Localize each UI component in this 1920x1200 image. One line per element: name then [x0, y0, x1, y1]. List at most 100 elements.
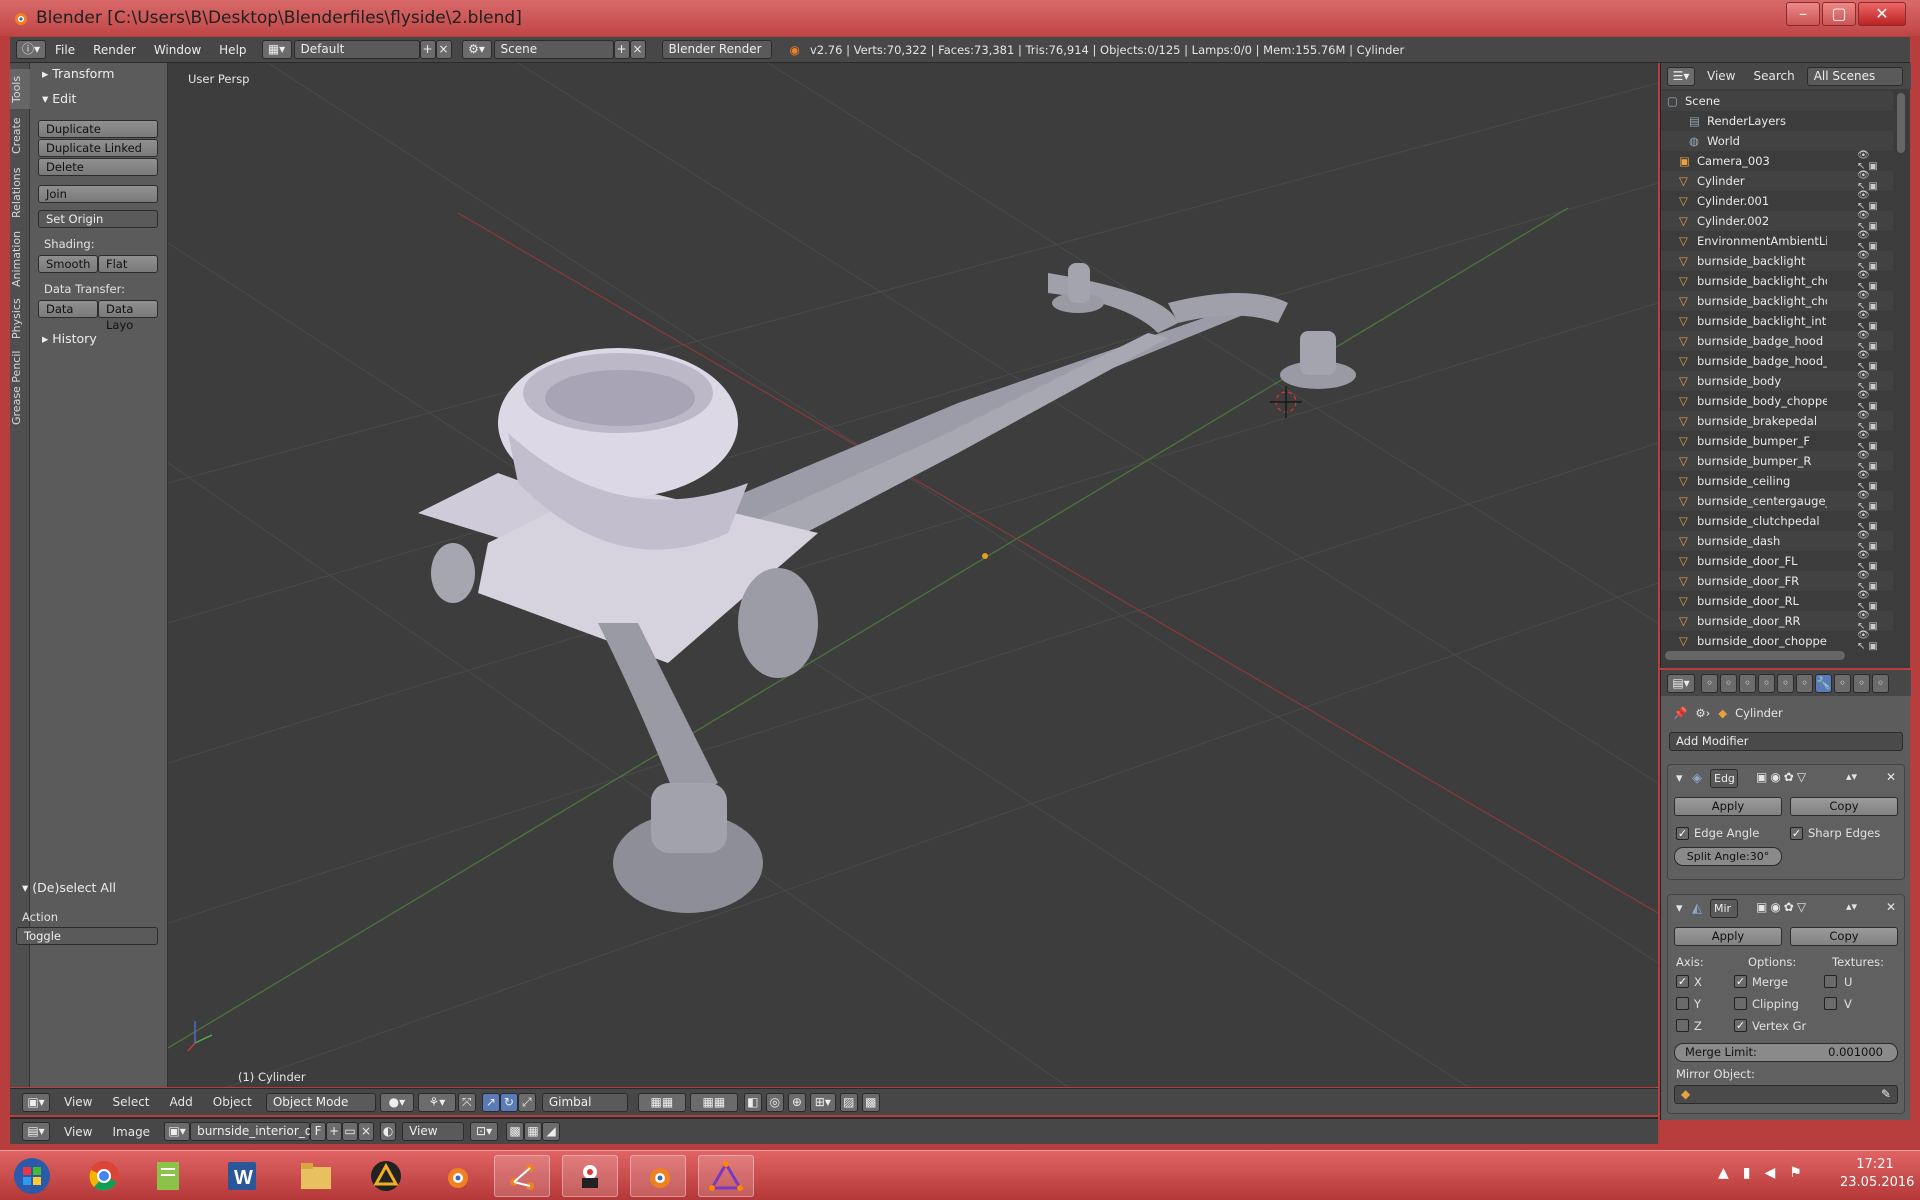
tab-tools[interactable]: Tools	[10, 69, 30, 109]
properties-tab-modifiers-icon[interactable]: 🔧	[1815, 673, 1832, 693]
open-image-icon[interactable]: ▭	[342, 1122, 359, 1141]
pin-icon[interactable]: 📌	[1673, 706, 1687, 720]
outliner-row[interactable]: ▽ Cylinder.001 👁↖▣	[1661, 190, 1893, 212]
properties-tab-scene-icon[interactable]: ◦	[1739, 673, 1756, 693]
image-menu-view[interactable]: View	[50, 1125, 102, 1139]
menu-add[interactable]: Add	[160, 1095, 203, 1109]
snap-element-icon[interactable]: ⊞▾	[809, 1092, 836, 1112]
3d-viewport[interactable]: User Persp (1) Cylinder	[168, 63, 1658, 1087]
visibility-icons[interactable]: 👁↖▣	[1857, 210, 1893, 232]
panel-transform[interactable]: ▸ Transform	[42, 66, 114, 81]
outliner-row[interactable]: ▽ burnside_body 👁↖▣	[1661, 370, 1893, 392]
render-icon[interactable]: ▨	[839, 1092, 858, 1112]
chrome-icon[interactable]	[76, 1155, 132, 1197]
menu-view[interactable]: View	[50, 1095, 102, 1109]
visibility-icons[interactable]: 👁↖▣	[1857, 250, 1893, 272]
outliner-row[interactable]: ▽ Cylinder 👁↖▣	[1661, 170, 1893, 192]
outliner-row[interactable]: ▽ burnside_ceiling 👁↖▣	[1661, 470, 1893, 492]
mod1-apply-button[interactable]: Apply	[1674, 797, 1782, 816]
minimize-button[interactable]: –	[1786, 2, 1820, 26]
outliner-row[interactable]: ▽ burnside_backlight_cho 👁↖▣	[1661, 290, 1893, 312]
editor-type-image-icon[interactable]: ▤▾	[22, 1122, 50, 1141]
mod1-copy-button[interactable]: Copy	[1790, 797, 1898, 816]
visibility-icons[interactable]: 👁↖▣	[1857, 350, 1893, 372]
eyedropper-icon[interactable]: ✎	[1881, 1086, 1891, 1103]
outliner-row[interactable]: ▢ Scene	[1661, 91, 1893, 111]
start-button-icon[interactable]	[4, 1155, 60, 1197]
visibility-icons[interactable]: 👁↖▣	[1857, 450, 1893, 472]
smooth-button[interactable]: Smooth	[38, 255, 98, 273]
editor-type-3d-icon[interactable]: ▣▾	[22, 1092, 50, 1112]
axis-x-checkbox[interactable]: ✓	[1676, 975, 1689, 988]
delete-button[interactable]: Delete	[38, 158, 158, 176]
collapse-mod2-icon[interactable]: ▾	[1676, 901, 1683, 916]
menu-help[interactable]: Help	[210, 43, 255, 57]
properties-tab-data-icon[interactable]: ◦	[1834, 673, 1851, 693]
orientation-select[interactable]: Gimbal	[541, 1092, 628, 1112]
visibility-icons[interactable]: 👁↖▣	[1857, 510, 1893, 532]
outliner-view-menu[interactable]: View	[1695, 69, 1745, 83]
sharp-edges-checkbox[interactable]: ✓	[1790, 827, 1803, 840]
visibility-icons[interactable]: 👁↖▣	[1857, 150, 1893, 172]
outliner-row[interactable]: ◍ World	[1661, 131, 1893, 151]
visibility-icons[interactable]: 👁↖▣	[1857, 190, 1893, 212]
character-app-icon[interactable]	[562, 1155, 618, 1197]
fake-user-toggle[interactable]: F	[310, 1122, 327, 1141]
collapse-mod1-icon[interactable]: ▾	[1676, 771, 1683, 786]
paint-icon[interactable]: ◢	[542, 1122, 561, 1141]
menu-render[interactable]: Render	[84, 43, 145, 57]
pivot-icon[interactable]: ⚘▾	[417, 1092, 456, 1112]
data-button[interactable]: Data	[38, 300, 98, 318]
data-layout-button[interactable]: Data Layo	[98, 300, 158, 332]
notepad-icon[interactable]	[140, 1155, 196, 1197]
translate-icon[interactable]: ↗	[481, 1092, 500, 1112]
outliner-row[interactable]: ▽ burnside_backlight_cho 👁↖▣	[1661, 270, 1893, 292]
outliner-row[interactable]: ▽ burnside_bumper_F 👁↖▣	[1661, 430, 1893, 452]
mode-select[interactable]: Object Mode	[265, 1092, 376, 1112]
merge-checkbox[interactable]: ✓	[1734, 975, 1747, 988]
outliner-filter-select[interactable]: All Scenes	[1806, 66, 1903, 86]
alpha-icon[interactable]: ▦	[524, 1122, 543, 1141]
editor-type-outliner-icon[interactable]: ☰▾	[1667, 66, 1695, 86]
visibility-icons[interactable]: 👁↖▣	[1857, 610, 1893, 632]
panel-edit[interactable]: ▾ Edit	[42, 91, 76, 106]
mod2-toggles-icon[interactable]: ▣◉✿▽	[1756, 900, 1809, 914]
add-layout-icon[interactable]: +	[419, 40, 436, 59]
flat-button[interactable]: Flat	[98, 255, 158, 273]
merge-limit-field[interactable]: Merge Limit: 0.001000	[1674, 1043, 1898, 1062]
outliner-row[interactable]: ▽ Cylinder.002 👁↖▣	[1661, 210, 1893, 232]
set-origin-select[interactable]: Set Origin	[38, 210, 158, 228]
outliner-row[interactable]: ▽ EnvironmentAmbientLi 👁↖▣	[1661, 230, 1893, 252]
visibility-icons[interactable]: 👁↖▣	[1857, 170, 1893, 192]
visibility-icons[interactable]: 👁↖▣	[1857, 230, 1893, 252]
word-icon[interactable]: W	[214, 1155, 270, 1197]
maximize-button[interactable]: ▢	[1822, 2, 1856, 26]
image-name-field[interactable]: burnside_interior_d....	[190, 1122, 328, 1141]
properties-tab-material-icon[interactable]: ◦	[1853, 673, 1870, 693]
join-button[interactable]: Join	[38, 185, 158, 203]
layout-field[interactable]: Default	[293, 40, 420, 59]
properties-tab-object-icon[interactable]: ◦	[1777, 673, 1794, 693]
close-button[interactable]: ✕	[1858, 2, 1906, 26]
visibility-icons[interactable]: 👁↖▣	[1857, 530, 1893, 552]
mod2-apply-button[interactable]: Apply	[1674, 927, 1782, 946]
texture-u-checkbox[interactable]	[1824, 975, 1837, 988]
outliner-row[interactable]: ▽ burnside_body_choppe 👁↖▣	[1661, 390, 1893, 412]
tab-grease-pencil[interactable]: Grease Pencil	[10, 347, 30, 429]
panel-history[interactable]: ▸ History	[42, 331, 97, 346]
action-toggle-select[interactable]: Toggle	[16, 927, 158, 945]
outliner-row[interactable]: ▽ burnside_bumper_R 👁↖▣	[1661, 450, 1893, 472]
outliner-row[interactable]: ▽ burnside_brakepedal 👁↖▣	[1661, 410, 1893, 432]
editor-type-properties-icon[interactable]: ▤▾	[1667, 673, 1695, 693]
rotate-icon[interactable]: ↻	[499, 1092, 518, 1112]
menu-file[interactable]: File	[46, 43, 84, 57]
layers-2-icon[interactable]: ▦▦	[689, 1092, 738, 1112]
remove-layout-icon[interactable]: ×	[435, 40, 452, 59]
outliner-row[interactable]: ▽ burnside_clutchpedal 👁↖▣	[1661, 510, 1893, 532]
scale-icon[interactable]: ⤢	[517, 1092, 536, 1112]
clipping-checkbox[interactable]	[1734, 997, 1747, 1010]
duplicate-linked-button[interactable]: Duplicate Linked	[38, 139, 158, 157]
visibility-icons[interactable]: 👁↖▣	[1857, 430, 1893, 452]
outliner-row[interactable]: ▤ RenderLayers	[1661, 111, 1893, 131]
mod2-move-icon[interactable]: ▴▾	[1846, 900, 1857, 913]
